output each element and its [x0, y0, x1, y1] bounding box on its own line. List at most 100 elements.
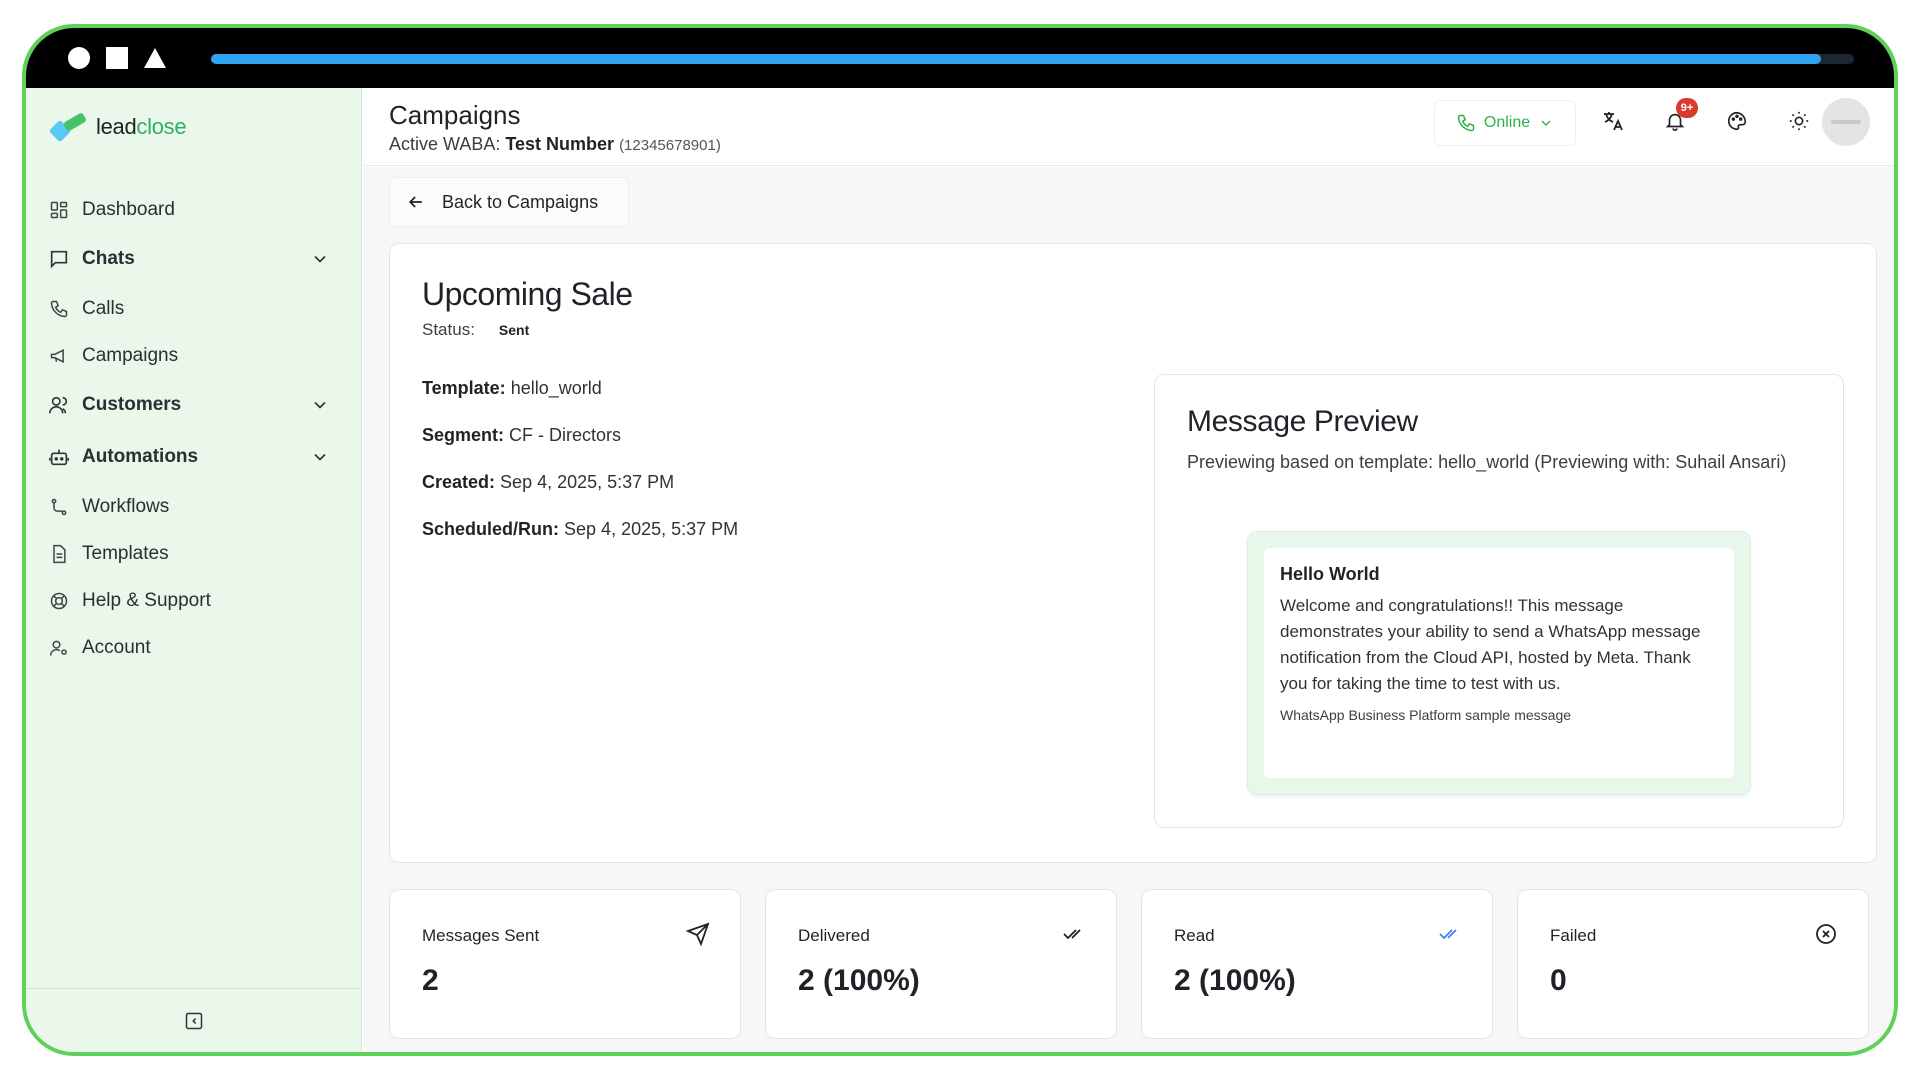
avatar[interactable] — [1822, 98, 1870, 146]
status-badge: Sent — [498, 322, 530, 338]
stat-value: 2 — [422, 964, 439, 997]
stat-card-failed: Failed 0 — [1517, 889, 1869, 1039]
message-bubble-container: Hello World Welcome and congratulations!… — [1247, 531, 1751, 795]
chevron-down-icon[interactable] — [310, 395, 330, 415]
sidebar-item-automations[interactable]: Automations — [44, 431, 340, 483]
sidebar-item-templates[interactable]: Templates — [44, 530, 340, 577]
logo[interactable]: leadclose — [48, 112, 187, 143]
users-icon — [48, 394, 70, 416]
sidebar-item-label: Templates — [82, 542, 169, 564]
notifications-button[interactable]: 9+ — [1658, 98, 1698, 138]
workflow-icon — [48, 496, 70, 518]
sidebar-item-customers[interactable]: Customers — [44, 379, 340, 431]
waba-name: Test Number — [505, 134, 615, 154]
main-content: Back to Campaigns Upcoming Sale Status: S… — [363, 167, 1894, 1052]
logo-text: leadclose — [96, 114, 187, 139]
stat-card-delivered: Delivered 2 (100%) — [765, 889, 1117, 1039]
sidebar-item-label: Dashboard — [82, 198, 175, 220]
lifebuoy-icon — [48, 590, 70, 612]
translate-icon — [1604, 112, 1623, 131]
sidebar-item-chats[interactable]: Chats — [44, 233, 340, 285]
sidebar-item-help-support[interactable]: Help & Support — [44, 577, 340, 624]
app-window: leadclose Dashboard Chats Calls Campaign… — [22, 24, 1898, 1056]
double-check-icon — [1063, 929, 1081, 940]
chat-icon — [48, 248, 70, 270]
campaign-status: Status: Sent — [422, 320, 530, 339]
sidebar-nav: Dashboard Chats Calls Campaigns Customer… — [44, 186, 340, 671]
sidebar-footer — [26, 988, 361, 1052]
title-bar — [26, 28, 1894, 88]
sidebar-item-label: Chats — [82, 248, 135, 269]
sidebar-item-account[interactable]: Account — [44, 624, 340, 671]
chevron-down-icon[interactable] — [310, 447, 330, 467]
detail-template: Template: hello_world — [422, 378, 602, 398]
palette-icon — [1728, 111, 1747, 131]
phone-icon — [48, 298, 70, 320]
sidebar-item-workflows[interactable]: Workflows — [44, 483, 340, 530]
x-circle-icon — [1816, 924, 1836, 944]
back-to-campaigns-button[interactable]: Back to Campaigns — [389, 177, 629, 227]
send-icon — [686, 922, 710, 946]
logo-mark-icon — [48, 112, 90, 143]
sidebar-item-calls[interactable]: Calls — [44, 285, 340, 332]
top-header: Campaigns Active WABA: Test Number (1234… — [363, 88, 1894, 166]
dashboard-icon — [48, 199, 70, 221]
detail-scheduled: Scheduled/Run: Sep 4, 2025, 5:37 PM — [422, 519, 739, 539]
sidebar-item-label: Calls — [82, 297, 125, 319]
active-waba: Active WABA: Test Number (12345678901) — [389, 134, 721, 154]
stat-value: 2 (100%) — [798, 964, 920, 997]
sidebar-item-label: Account — [82, 636, 151, 658]
waba-number: (12345678901) — [619, 137, 721, 154]
stat-label: Messages Sent — [422, 926, 540, 945]
square-icon — [106, 47, 128, 69]
sun-icon — [1789, 111, 1809, 131]
circle-icon — [68, 47, 90, 69]
sidebar-item-label: Workflows — [82, 495, 170, 517]
sidebar-item-label: Help & Support — [82, 589, 211, 611]
phone-icon — [1457, 114, 1475, 132]
stat-card-read: Read 2 (100%) — [1141, 889, 1493, 1039]
sidebar-item-label: Campaigns — [82, 344, 179, 366]
preview-subtitle: Previewing based on template: hello_worl… — [1187, 452, 1787, 472]
progress-bar — [211, 54, 1854, 64]
sidebar: leadclose Dashboard Chats Calls Campaign… — [26, 88, 362, 1052]
stat-label: Read — [1174, 926, 1215, 945]
sidebar-item-label: Customers — [82, 394, 182, 415]
chevron-down-icon — [1541, 120, 1551, 126]
user-key-icon — [48, 637, 70, 659]
stat-card-messages-sent: Messages Sent 2 — [389, 889, 741, 1039]
message-footer: WhatsApp Business Platform sample messag… — [1280, 707, 1572, 723]
stat-label: Delivered — [798, 926, 870, 945]
collapse-sidebar-icon[interactable] — [184, 1011, 204, 1031]
theme-palette-button[interactable] — [1720, 104, 1754, 138]
status-dropdown[interactable]: Online — [1434, 100, 1576, 146]
notification-badge: 9+ — [1676, 98, 1698, 118]
page-title: Campaigns — [389, 100, 521, 130]
message-bubble: Hello World Welcome and congratulations!… — [1264, 548, 1734, 778]
detail-segment: Segment: CF - Directors — [422, 425, 622, 445]
sidebar-item-label: Automations — [82, 446, 199, 467]
progress-fill — [211, 54, 1822, 64]
preview-title: Message Preview — [1187, 405, 1418, 438]
bot-icon — [48, 446, 70, 468]
sidebar-item-dashboard[interactable]: Dashboard — [44, 186, 340, 233]
stat-value: 2 (100%) — [1174, 964, 1296, 997]
double-check-blue-icon — [1439, 929, 1457, 940]
file-icon — [48, 543, 70, 565]
campaign-details-card: Upcoming Sale Status: Sent Template: hell… — [389, 243, 1877, 863]
megaphone-icon — [48, 345, 70, 367]
triangle-icon — [144, 48, 166, 68]
detail-created: Created: Sep 4, 2025, 5:37 PM — [422, 472, 675, 492]
arrow-left-icon — [408, 196, 422, 208]
translate-button[interactable] — [1596, 104, 1630, 138]
stat-value: 0 — [1550, 964, 1567, 997]
back-label: Back to Campaigns — [442, 191, 599, 212]
message-body: Welcome and congratulations!! This messa… — [1280, 596, 1701, 693]
message-preview: Message Preview Previewing based on temp… — [1154, 374, 1844, 828]
campaign-name: Upcoming Sale — [422, 276, 633, 312]
message-title: Hello World — [1280, 564, 1380, 584]
sidebar-item-campaigns[interactable]: Campaigns — [44, 332, 340, 379]
light-mode-button[interactable] — [1782, 104, 1816, 138]
status-label: Online — [1483, 114, 1531, 131]
chevron-down-icon[interactable] — [310, 249, 330, 269]
